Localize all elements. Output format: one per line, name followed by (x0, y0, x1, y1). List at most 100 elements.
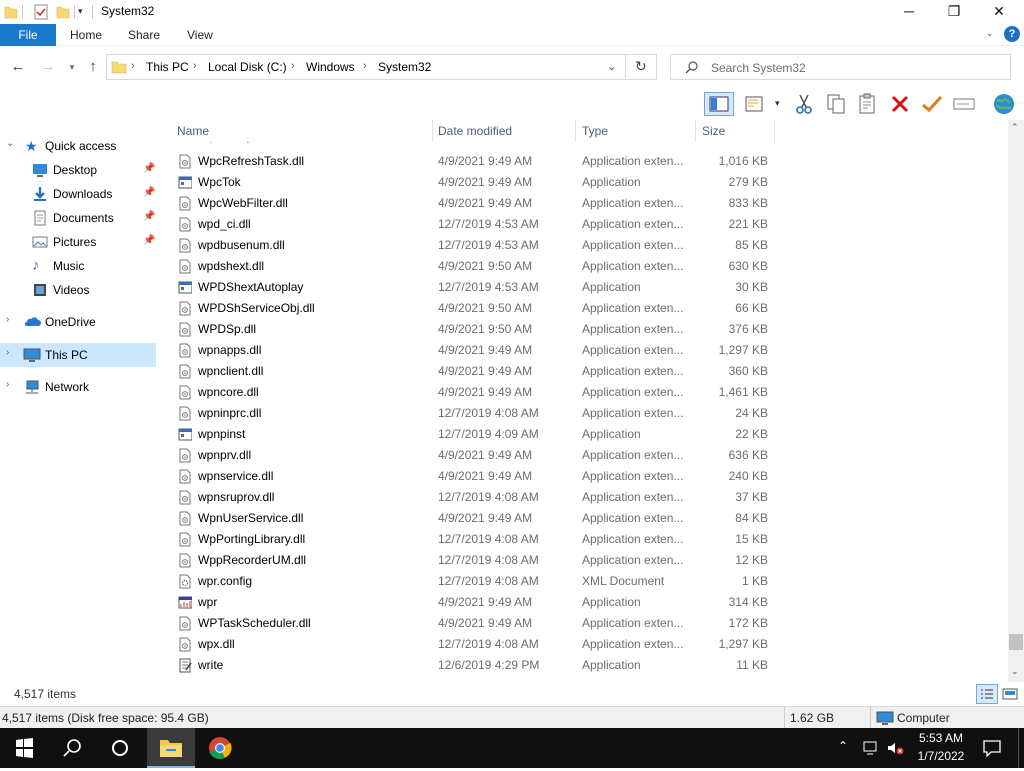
table-row[interactable]: wpdshext.dll 4/9/2021 9:50 AM Application … (162, 256, 1008, 277)
nav-onedrive[interactable]: › OneDrive (0, 310, 156, 334)
file-name: write (198, 658, 224, 672)
cut-icon[interactable] (792, 92, 816, 116)
scroll-up-icon[interactable]: ⌃ (1011, 122, 1019, 133)
table-row[interactable]: wpr 4/9/2021 9:49 AM Application 314 KB (162, 592, 1008, 613)
tab-file[interactable]: File (0, 24, 56, 46)
table-row[interactable]: wpncore.dll 4/9/2021 9:49 AM Application e… (162, 382, 1008, 403)
nav-quick-access[interactable]: ⌄ ★ Quick access (0, 134, 156, 158)
maximize-button[interactable]: ❐ (931, 0, 977, 24)
table-row[interactable]: wpnprv.dll 4/9/2021 9:49 AM Application ex… (162, 445, 1008, 466)
breadcrumb-local-disk[interactable]: Local Disk (C:) (208, 60, 287, 74)
properties-icon[interactable] (33, 4, 49, 20)
chevron-down-icon[interactable]: ⌄ (6, 138, 14, 149)
delete-icon[interactable] (888, 92, 912, 116)
chrome-taskbar-button[interactable] (196, 728, 244, 768)
forward-button[interactable]: → (38, 57, 58, 77)
customize-toolbar-icon[interactable]: ▾ (78, 6, 83, 17)
volume-muted-icon[interactable] (886, 740, 904, 759)
notifications-icon[interactable] (982, 739, 1002, 760)
table-row[interactable]: wpnservice.dll 4/9/2021 9:49 AM Applicatio… (162, 466, 1008, 487)
nav-item-downloads[interactable]: Downloads 📌 (0, 182, 156, 206)
nav-item-desktop[interactable]: Desktop 📌 (0, 158, 156, 182)
table-row[interactable]: WPTaskScheduler.dll 4/9/2021 9:49 AM Appli… (162, 613, 1008, 634)
tab-share[interactable]: Share (128, 24, 160, 46)
show-hidden-icons-icon[interactable]: ⌃ (838, 739, 848, 753)
table-row[interactable]: WpcWebFilter.dll 4/9/2021 9:49 AM Applicat… (162, 193, 1008, 214)
back-button[interactable]: ← (8, 57, 28, 77)
recent-locations-button[interactable]: ▾ (62, 57, 82, 77)
new-folder-icon[interactable] (56, 4, 70, 20)
table-row[interactable]: wpninprc.dll 12/7/2019 4:08 AM Application… (162, 403, 1008, 424)
tab-view[interactable]: View (187, 24, 213, 46)
details-view-button[interactable] (976, 684, 998, 704)
refresh-icon[interactable]: ↻ (635, 58, 647, 75)
chevron-right-icon[interactable]: › (6, 347, 9, 358)
search-button[interactable] (48, 728, 96, 768)
table-row[interactable]: wpnclient.dll 4/9/2021 9:49 AM Application… (162, 361, 1008, 382)
up-button[interactable]: ↑ (83, 57, 103, 77)
table-row[interactable]: WpPortingLibrary.dll 12/7/2019 4:08 AM App… (162, 529, 1008, 550)
column-header-name[interactable]: Name (177, 124, 209, 138)
start-button[interactable] (0, 728, 48, 768)
table-row[interactable]: wpr.config 12/7/2019 4:08 AM XML Document 1… (162, 571, 1008, 592)
details-pane-icon[interactable] (744, 92, 768, 116)
large-icons-view-button[interactable] (1001, 686, 1019, 705)
table-row[interactable]: write 12/6/2019 4:29 PM Application 11 KB (162, 655, 1008, 676)
column-header-size[interactable]: Size (702, 124, 725, 138)
file-explorer-taskbar-button[interactable] (147, 728, 195, 768)
rename-icon[interactable] (952, 92, 976, 116)
nav-item-videos[interactable]: Videos (0, 278, 156, 302)
help-button[interactable]: ? (1004, 26, 1020, 42)
file-date-modified: 12/7/2019 4:08 AM (438, 574, 539, 588)
column-header-type[interactable]: Type (582, 124, 608, 138)
clock-time[interactable]: 5:53 AM (916, 731, 966, 745)
minimize-button[interactable]: ─ (886, 0, 932, 24)
expand-ribbon-icon[interactable]: ⌄ (986, 28, 994, 39)
search-input[interactable]: Search System32 (670, 54, 1011, 80)
nav-network[interactable]: › Network (0, 375, 156, 399)
chevron-right-icon[interactable]: › (6, 314, 9, 325)
tab-home[interactable]: Home (70, 24, 102, 46)
nav-item-documents[interactable]: Documents 📌 (0, 206, 156, 230)
scrollbar-thumb[interactable] (1009, 634, 1023, 650)
file-size: 85 KB (735, 238, 768, 252)
nav-this-pc[interactable]: › This PC (0, 343, 156, 367)
nav-item-music[interactable]: ♪ Music (0, 254, 156, 278)
address-bar[interactable]: › This PC › Local Disk (C:) › Windows › … (106, 54, 657, 80)
table-row[interactable]: WpnUserService.dll 4/9/2021 9:49 AM Applic… (162, 508, 1008, 529)
file-date-modified: 12/7/2019 4:08 AM (438, 406, 539, 420)
clock-date[interactable]: 1/7/2022 (912, 749, 970, 763)
network-tray-icon[interactable] (862, 740, 880, 759)
copy-icon[interactable] (824, 92, 848, 116)
show-desktop-button[interactable] (1018, 728, 1024, 768)
table-row[interactable]: wpdbusenum.dll 12/7/2019 4:53 AM Applicati… (162, 235, 1008, 256)
table-row[interactable]: WpcRefreshTask.dll 4/9/2021 9:49 AM Applic… (162, 151, 1008, 172)
layout-dropdown-icon[interactable]: ▾ (775, 98, 780, 109)
task-view-button[interactable] (96, 728, 144, 768)
paste-icon[interactable] (856, 92, 880, 116)
globe-icon[interactable] (992, 92, 1016, 116)
breadcrumb-system32[interactable]: System32 (378, 60, 431, 74)
table-row[interactable]: WPDShServiceObj.dll 4/9/2021 9:50 AM Appli… (162, 298, 1008, 319)
scroll-down-icon[interactable]: ⌄ (1011, 666, 1019, 677)
checkmark-icon[interactable] (920, 92, 944, 116)
column-header-date[interactable]: Date modified (438, 124, 512, 138)
preview-pane-icon[interactable] (704, 92, 734, 116)
table-row[interactable]: wpnpinst 12/7/2019 4:09 AM Application 22 K… (162, 424, 1008, 445)
table-row[interactable]: wpnapps.dll 4/9/2021 9:49 AM Application e… (162, 340, 1008, 361)
address-dropdown-icon[interactable]: ⌄ (607, 60, 616, 73)
table-row[interactable]: WppRecorderUM.dll 12/7/2019 4:08 AM Applic… (162, 550, 1008, 571)
chevron-right-icon[interactable]: › (6, 379, 9, 390)
breadcrumb-this-pc[interactable]: This PC (146, 60, 189, 74)
table-row[interactable]: wpnsruprov.dll 12/7/2019 4:08 AM Applicati… (162, 487, 1008, 508)
table-row[interactable]: WPDSp.dll 4/9/2021 9:50 AM Application ext… (162, 319, 1008, 340)
table-row[interactable]: WPDShextAutoplay 12/7/2019 4:53 AM Applica… (162, 277, 1008, 298)
close-button[interactable]: ✕ (976, 0, 1022, 24)
table-row[interactable]: wpd_ci.dll 12/7/2019 4:53 AM Application e… (162, 214, 1008, 235)
breadcrumb-windows[interactable]: Windows (306, 60, 355, 74)
nav-item-pictures[interactable]: Pictures 📌 (0, 230, 156, 254)
file-name: wpr (198, 595, 218, 609)
vertical-scrollbar[interactable]: ⌃ ⌄ (1008, 120, 1024, 682)
table-row[interactable]: wpx.dll 12/7/2019 4:08 AM Application exte… (162, 634, 1008, 655)
table-row[interactable]: WpcTok 4/9/2021 9:49 AM Application 279 KB (162, 172, 1008, 193)
